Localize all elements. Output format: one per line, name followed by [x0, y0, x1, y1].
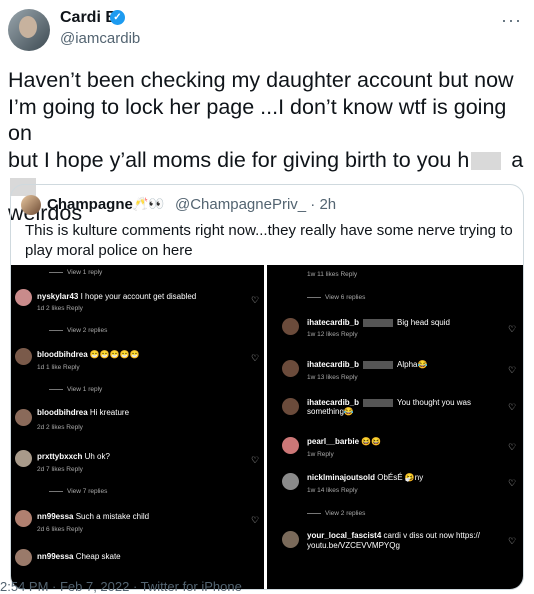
reply-line: [49, 330, 63, 331]
quote-name-emoji: 🥂👀: [132, 196, 165, 211]
avatar[interactable]: [282, 360, 299, 377]
comment-text: ihatecardib_b Big head squid: [307, 318, 450, 327]
heart-icon[interactable]: ♡: [251, 295, 259, 306]
heart-icon[interactable]: ♡: [508, 365, 516, 376]
comment-link[interactable]: youtu.be/VZCEVVMPYQg: [307, 541, 400, 550]
quote-author-name[interactable]: Champagne: [47, 196, 133, 213]
comment-meta[interactable]: 1d 2 likes Reply: [37, 305, 83, 312]
comment-meta[interactable]: 2d 2 likes Reply: [37, 424, 83, 431]
comment-text: bloodbihdrea 😁😁😁😁😁: [37, 350, 140, 359]
heart-icon[interactable]: ♡: [508, 324, 516, 335]
heart-icon[interactable]: ♡: [251, 353, 259, 364]
comment-meta[interactable]: 2d 6 likes Reply: [37, 526, 83, 533]
screenshot-divider: [264, 265, 267, 589]
comment-text: pearl__barbie 😆😆: [307, 437, 382, 446]
comment-text: nyskylar43 I hope your account get disab…: [37, 292, 197, 301]
heart-icon[interactable]: ♡: [508, 442, 516, 453]
view-replies-link[interactable]: View 2 replies: [67, 327, 107, 334]
avatar[interactable]: [15, 450, 32, 467]
comment-text: nn99essa Cheap skate: [37, 552, 121, 561]
avatar[interactable]: [15, 549, 32, 566]
comment-text: your_local_fascist4 cardi v diss out now…: [307, 531, 480, 540]
view-replies-link[interactable]: View 7 replies: [67, 488, 107, 495]
comment-text: prxttybxxch Uh ok?: [37, 452, 110, 461]
avatar[interactable]: [282, 531, 299, 548]
reply-line: [49, 389, 63, 390]
comment-meta[interactable]: 1w 14 likes Reply: [307, 487, 358, 494]
comments-screenshot[interactable]: View 1 reply nyskylar43 I hope your acco…: [11, 265, 523, 589]
censor-blur: [471, 151, 502, 170]
more-options-icon[interactable]: ···: [501, 10, 522, 31]
view-replies-link[interactable]: View 1 reply: [67, 386, 102, 393]
comment-text: nicklminajoutsold ObÉsÉ 🤧ny: [307, 473, 424, 482]
quote-text: This is kulture comments right now...the…: [25, 222, 513, 259]
avatar[interactable]: [15, 510, 32, 527]
avatar[interactable]: [282, 398, 299, 415]
heart-icon[interactable]: ♡: [251, 455, 259, 466]
tweet-timestamp[interactable]: 2:54 PM · Feb 7, 2022 · Twitter for iPho…: [0, 579, 242, 594]
avatar[interactable]: [15, 348, 32, 365]
verified-badge-icon: ✓: [110, 10, 125, 25]
quote-avatar[interactable]: [21, 195, 41, 215]
comment-text-continued: something😂: [307, 407, 354, 416]
comment-meta[interactable]: 1w 12 likes Reply: [307, 331, 358, 338]
tweet-line: Haven’t been checking my daughter accoun…: [8, 68, 514, 92]
quote-handle[interactable]: @ChampagnePriv_ · 2h: [175, 196, 336, 213]
censor-blur: [363, 318, 394, 327]
author-avatar[interactable]: [8, 9, 50, 51]
comment-text: bloodbihdrea Hi kreature: [37, 408, 130, 417]
quoted-tweet[interactable]: Champagne 🥂👀 @ChampagnePriv_ · 2h This i…: [10, 184, 524, 590]
avatar[interactable]: [282, 437, 299, 454]
comment-meta[interactable]: 1w 13 likes Reply: [307, 374, 358, 381]
heart-icon[interactable]: ♡: [508, 402, 516, 413]
author-handle[interactable]: @iamcardib: [60, 30, 140, 47]
heart-icon[interactable]: ♡: [508, 536, 516, 547]
view-replies-link[interactable]: View 2 replies: [325, 510, 365, 517]
avatar[interactable]: [15, 289, 32, 306]
reply-line: [49, 272, 63, 273]
reply-line: [307, 297, 321, 298]
comment-meta[interactable]: 2d 7 likes Reply: [37, 466, 83, 473]
censor-blur: [363, 360, 394, 369]
censor-blur: [363, 398, 394, 407]
comment-meta[interactable]: 1d 1 like Reply: [37, 364, 80, 371]
heart-icon[interactable]: ♡: [508, 478, 516, 489]
comment-meta[interactable]: 1w 11 likes Reply: [307, 271, 357, 278]
comment-text: ihatecardib_b You thought you was: [307, 398, 471, 407]
comment-text: nn99essa Such a mistake child: [37, 512, 150, 521]
avatar[interactable]: [15, 409, 32, 426]
comment-meta[interactable]: 1w Reply: [307, 451, 334, 458]
view-replies-link[interactable]: View 1 reply: [67, 269, 102, 276]
avatar[interactable]: [282, 473, 299, 490]
reply-line: [307, 513, 321, 514]
author-name[interactable]: Cardi B: [60, 9, 117, 27]
reply-line: [49, 491, 63, 492]
avatar[interactable]: [282, 318, 299, 335]
view-replies-link[interactable]: View 6 replies: [325, 294, 365, 301]
tweet-line: I’m going to lock her page ...I don’t kn…: [8, 94, 507, 146]
heart-icon[interactable]: ♡: [251, 515, 259, 526]
comment-text: ihatecardib_b Alpha😂: [307, 360, 428, 369]
